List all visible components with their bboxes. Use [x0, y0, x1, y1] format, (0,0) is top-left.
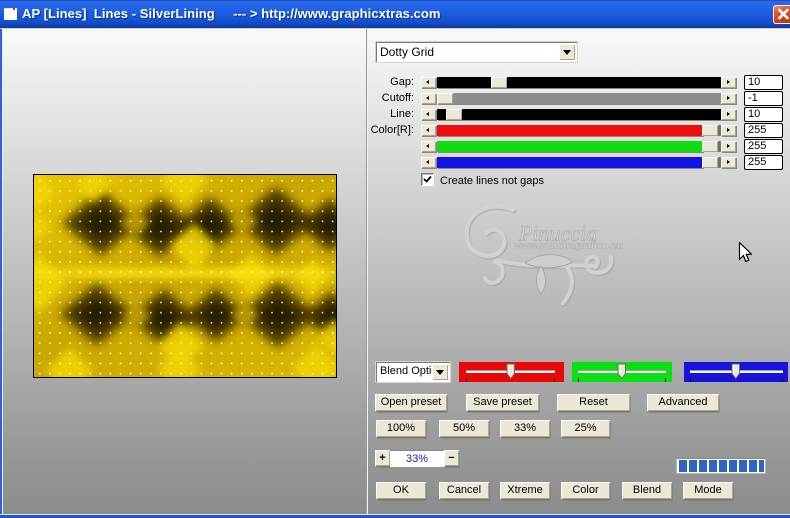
- svg-text:www.maidiragrafico.eu: www.maidiragrafico.eu: [513, 241, 623, 252]
